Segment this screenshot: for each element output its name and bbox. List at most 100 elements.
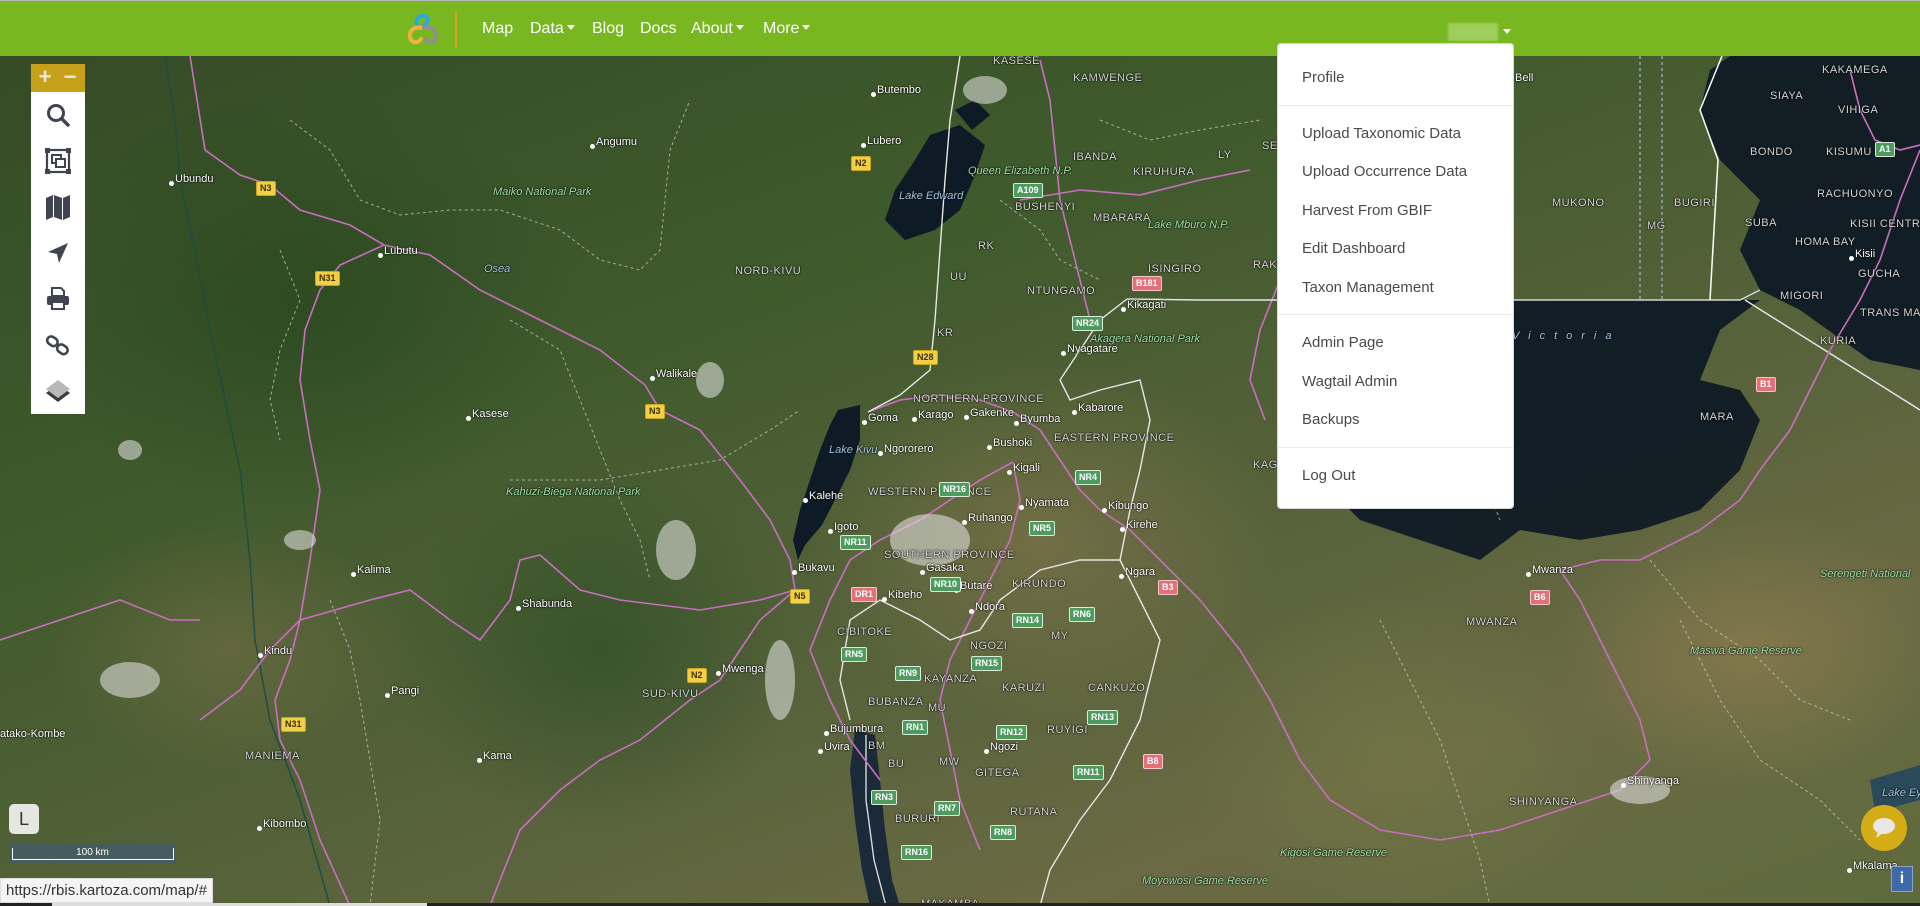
region-label: UU (950, 271, 967, 283)
menu-item-log-out[interactable]: Log Out (1302, 467, 1355, 484)
road-shield: B181 (1132, 276, 1162, 291)
menu-divider (1278, 105, 1513, 106)
place-label: Ngozi (990, 741, 1019, 753)
region-label: BUBANZA (868, 696, 924, 708)
place-marker (1007, 470, 1012, 475)
place-marker (1061, 351, 1066, 356)
region-label: IBANDA (1073, 151, 1117, 163)
zoom-to-extent-icon (45, 148, 71, 174)
place-label: Kirehe (1126, 519, 1158, 531)
region-label: NGOZI (970, 640, 1008, 652)
region-label: VIHIGA (1838, 104, 1879, 116)
place-label: Angumu (596, 136, 637, 148)
menu-item-admin-page[interactable]: Admin Page (1302, 334, 1384, 351)
info-button[interactable]: i (1891, 866, 1913, 892)
zoom-to-extent-button[interactable] (31, 138, 85, 184)
place-label: Ruhango (968, 512, 1013, 524)
region-label: GUCHA (1858, 268, 1901, 280)
region-label: KASESE (993, 55, 1041, 67)
region-label: MUKONO (1552, 197, 1605, 209)
menu-item-upload-taxonomic-data[interactable]: Upload Taxonomic Data (1302, 125, 1461, 142)
locate-button[interactable] (31, 230, 85, 276)
place-marker (1120, 527, 1125, 532)
place-label: Kibombo (263, 818, 307, 830)
layer-switch-button[interactable]: L (9, 804, 39, 834)
region-label: NTUNGAMO (1027, 285, 1096, 297)
road-shield: N31 (315, 271, 340, 286)
place-marker (1102, 508, 1107, 513)
park-label: Maswa Game Reserve (1690, 645, 1802, 657)
nav-more-dropdown[interactable]: More (763, 20, 811, 38)
zoom-out-button[interactable]: − (59, 66, 81, 88)
nav-data-dropdown[interactable]: Data (530, 20, 575, 38)
place-marker (1014, 421, 1019, 426)
road-shield: A109 (1013, 183, 1043, 198)
brand-divider (455, 12, 457, 48)
region-label: KISUMU (1826, 146, 1872, 158)
caret-down-icon (566, 25, 575, 30)
road-shield: RN8 (990, 825, 1017, 840)
place-marker (1526, 572, 1531, 577)
share-link-button[interactable] (31, 322, 85, 368)
place-marker (871, 92, 876, 97)
menu-item-profile[interactable]: Profile (1302, 69, 1345, 86)
park-label: Kigosi Game Reserve (1280, 847, 1387, 859)
road-shield: N2 (687, 668, 707, 683)
nav-about-label: About (691, 20, 733, 37)
place-marker (258, 653, 263, 658)
road-shield: RN9 (895, 666, 922, 681)
menu-item-wagtail-admin[interactable]: Wagtail Admin (1302, 373, 1397, 390)
menu-item-harvest-from-gbif[interactable]: Harvest From GBIF (1302, 202, 1432, 219)
menu-item-upload-occurrence-data[interactable]: Upload Occurrence Data (1302, 163, 1467, 180)
road-shield: N3 (645, 404, 665, 419)
nav-about-dropdown[interactable]: About (691, 20, 744, 38)
search-button[interactable] (31, 92, 85, 138)
place-marker (969, 609, 974, 614)
basemap-button[interactable] (31, 184, 85, 230)
zoom-in-button[interactable]: + (34, 66, 56, 88)
place-marker (792, 570, 797, 575)
location-arrow-icon (48, 243, 68, 263)
menu-item-taxon-management[interactable]: Taxon Management (1302, 279, 1434, 296)
road-shield: B8 (1143, 754, 1163, 769)
place-label: Gakenke (970, 407, 1015, 419)
place-label: Uvira (824, 741, 850, 753)
top-navbar: Map Data Blog Docs About More (0, 0, 1920, 56)
place-marker (1121, 307, 1126, 312)
print-button[interactable] (31, 276, 85, 322)
menu-item-backups[interactable]: Backups (1302, 411, 1360, 428)
user-menu-toggle[interactable] (1448, 23, 1511, 41)
region-label: KIRUNDO (1012, 578, 1067, 590)
place-label: Kibungo (1108, 500, 1149, 512)
map-canvas[interactable]: Butembo Lubero Angumu Ubundu Lubutu Walikale K… (0, 0, 1920, 906)
menu-item-edit-dashboard[interactable]: Edit Dashboard (1302, 240, 1405, 257)
nav-blog[interactable]: Blog (592, 20, 624, 38)
region-label: MY (1051, 630, 1069, 642)
layers-button[interactable] (31, 368, 85, 414)
place-label: Kasese (472, 408, 509, 420)
place-marker (466, 416, 471, 421)
place-label: Goma (868, 412, 898, 424)
region-label: SUD-KIVU (642, 688, 699, 700)
place-label: Karago (918, 409, 954, 421)
park-label: Queen Elizabeth N.P. (968, 165, 1073, 177)
place-marker (861, 143, 866, 148)
nav-map[interactable]: Map (482, 20, 513, 38)
nav-docs[interactable]: Docs (640, 20, 676, 38)
region-label: KR (937, 327, 954, 339)
browser-status-url: https://rbis.kartoza.com/map/# (0, 878, 213, 903)
brand-logo[interactable] (405, 12, 441, 46)
user-dropdown-menu: Profile Upload Taxonomic Data Upload Occ… (1277, 43, 1514, 509)
region-label: MWANZA (1466, 616, 1518, 628)
place-label: Lubero (867, 135, 902, 147)
place-marker (477, 758, 482, 763)
road-shield: RN13 (1087, 710, 1119, 725)
region-label: RK (978, 240, 995, 252)
region-label: KISII CENTRAL (1850, 218, 1920, 230)
place-label: Mwenga (722, 663, 764, 675)
region-label: KAYANZA (924, 673, 978, 685)
zoom-control: + − (31, 64, 85, 92)
region-label: KAKAMEGA (1822, 64, 1888, 76)
chat-button[interactable] (1861, 805, 1907, 851)
scale-bar-label: 100 km (76, 847, 109, 858)
